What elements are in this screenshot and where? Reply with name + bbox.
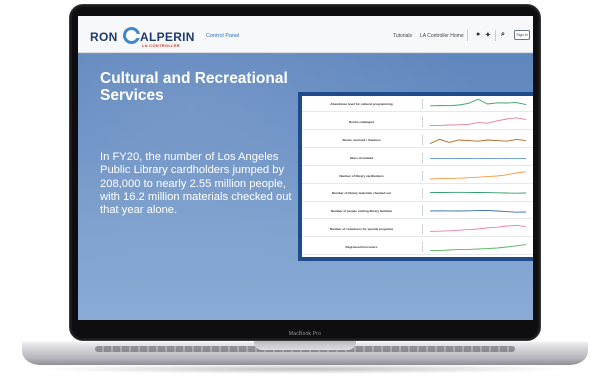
metric-divider <box>422 224 423 235</box>
metrics-table-frame: Attendance level for cultural programmin… <box>298 92 533 261</box>
metric-label: Books received / Volumes <box>342 137 381 142</box>
logo-last-name[interactable]: ALPERIN <box>140 30 195 44</box>
top-navbar: RON ALPERIN LA CONTROLLER Control Panel … <box>78 16 533 53</box>
metric-sparkline <box>429 98 527 107</box>
metric-row[interactable]: Attendance level for cultural programmin… <box>302 96 533 113</box>
metric-row[interactable]: Books received / Volumes <box>302 132 533 148</box>
metric-divider <box>422 188 423 199</box>
twitter-icon[interactable]: ✦ <box>485 31 491 39</box>
metric-sparkline <box>429 138 527 144</box>
laptop-shadow <box>40 364 570 374</box>
logo-first-name[interactable]: RON <box>90 30 118 44</box>
metric-label: Number of library materials checked out <box>331 191 392 196</box>
github-icon[interactable]: ● <box>476 31 480 38</box>
sparkline-path <box>429 192 527 195</box>
metric-divider <box>422 99 423 109</box>
metric-divider <box>422 116 423 127</box>
metric-sparkline <box>429 244 527 252</box>
metric-divider <box>422 152 423 163</box>
nav-divider <box>495 30 496 41</box>
metric-row[interactable]: Registered borrowers <box>302 239 533 256</box>
metric-sparkline <box>429 157 527 159</box>
metric-label: Number of people visiting library facili… <box>330 209 393 214</box>
metric-row[interactable]: Books cataloged <box>302 114 533 130</box>
metric-divider <box>422 206 423 217</box>
metric-label: Registered borrowers <box>345 245 378 250</box>
sparkline-path <box>429 117 527 126</box>
hero-title: Cultural and Recreational Services <box>100 70 288 104</box>
laptop-hinge <box>254 341 356 350</box>
sparkline-path <box>429 244 527 252</box>
sign-in-button[interactable]: Sign In <box>514 30 530 40</box>
metrics-table: Attendance level for cultural programmin… <box>302 96 533 257</box>
metric-divider <box>422 170 423 181</box>
metric-label: Items circulated <box>349 155 374 160</box>
metric-sparkline <box>429 170 527 179</box>
nav-tutorials[interactable]: Tutorials <box>393 33 412 39</box>
nav-la-controller-home[interactable]: LA Controller Home <box>420 33 464 39</box>
sparkline-path <box>429 170 527 179</box>
device-label: MacBook Pro <box>288 331 322 337</box>
search-icon[interactable]: ⌕ <box>501 31 505 39</box>
metric-row[interactable]: Number of volunteers for special program… <box>302 221 533 238</box>
screen: RON ALPERIN LA CONTROLLER Control Panel … <box>78 16 533 320</box>
metric-row[interactable]: Number of library cardholders <box>302 168 533 184</box>
metric-row[interactable]: Number of library materials checked out <box>302 185 533 202</box>
metric-sparkline <box>429 192 527 195</box>
metric-sparkline <box>429 225 527 233</box>
sparkline-path <box>429 138 527 144</box>
logo-g-icon[interactable] <box>123 27 140 44</box>
logo-subtitle: LA CONTROLLER <box>142 43 180 48</box>
metric-label: Attendance level for cultural programmin… <box>330 102 393 106</box>
sparkline-path <box>429 98 527 107</box>
sparkline-path <box>429 225 527 233</box>
metric-label: Number of library cardholders <box>339 173 384 178</box>
section-title[interactable]: Control Panel <box>206 33 239 39</box>
metric-label: Number of volunteers for special program… <box>329 227 394 232</box>
nav-divider <box>467 30 468 41</box>
hero-body: In FY20, the number of Los Angeles Publi… <box>100 151 292 217</box>
metric-label: Books cataloged <box>349 119 374 124</box>
sparkline-path <box>429 210 527 213</box>
metric-row[interactable]: Items circulated <box>302 150 533 166</box>
metric-sparkline <box>429 210 527 213</box>
metric-sparkline <box>429 117 527 126</box>
metric-divider <box>422 242 423 253</box>
metric-divider <box>422 134 423 145</box>
metric-row[interactable]: Number of people visiting library facili… <box>302 203 533 220</box>
